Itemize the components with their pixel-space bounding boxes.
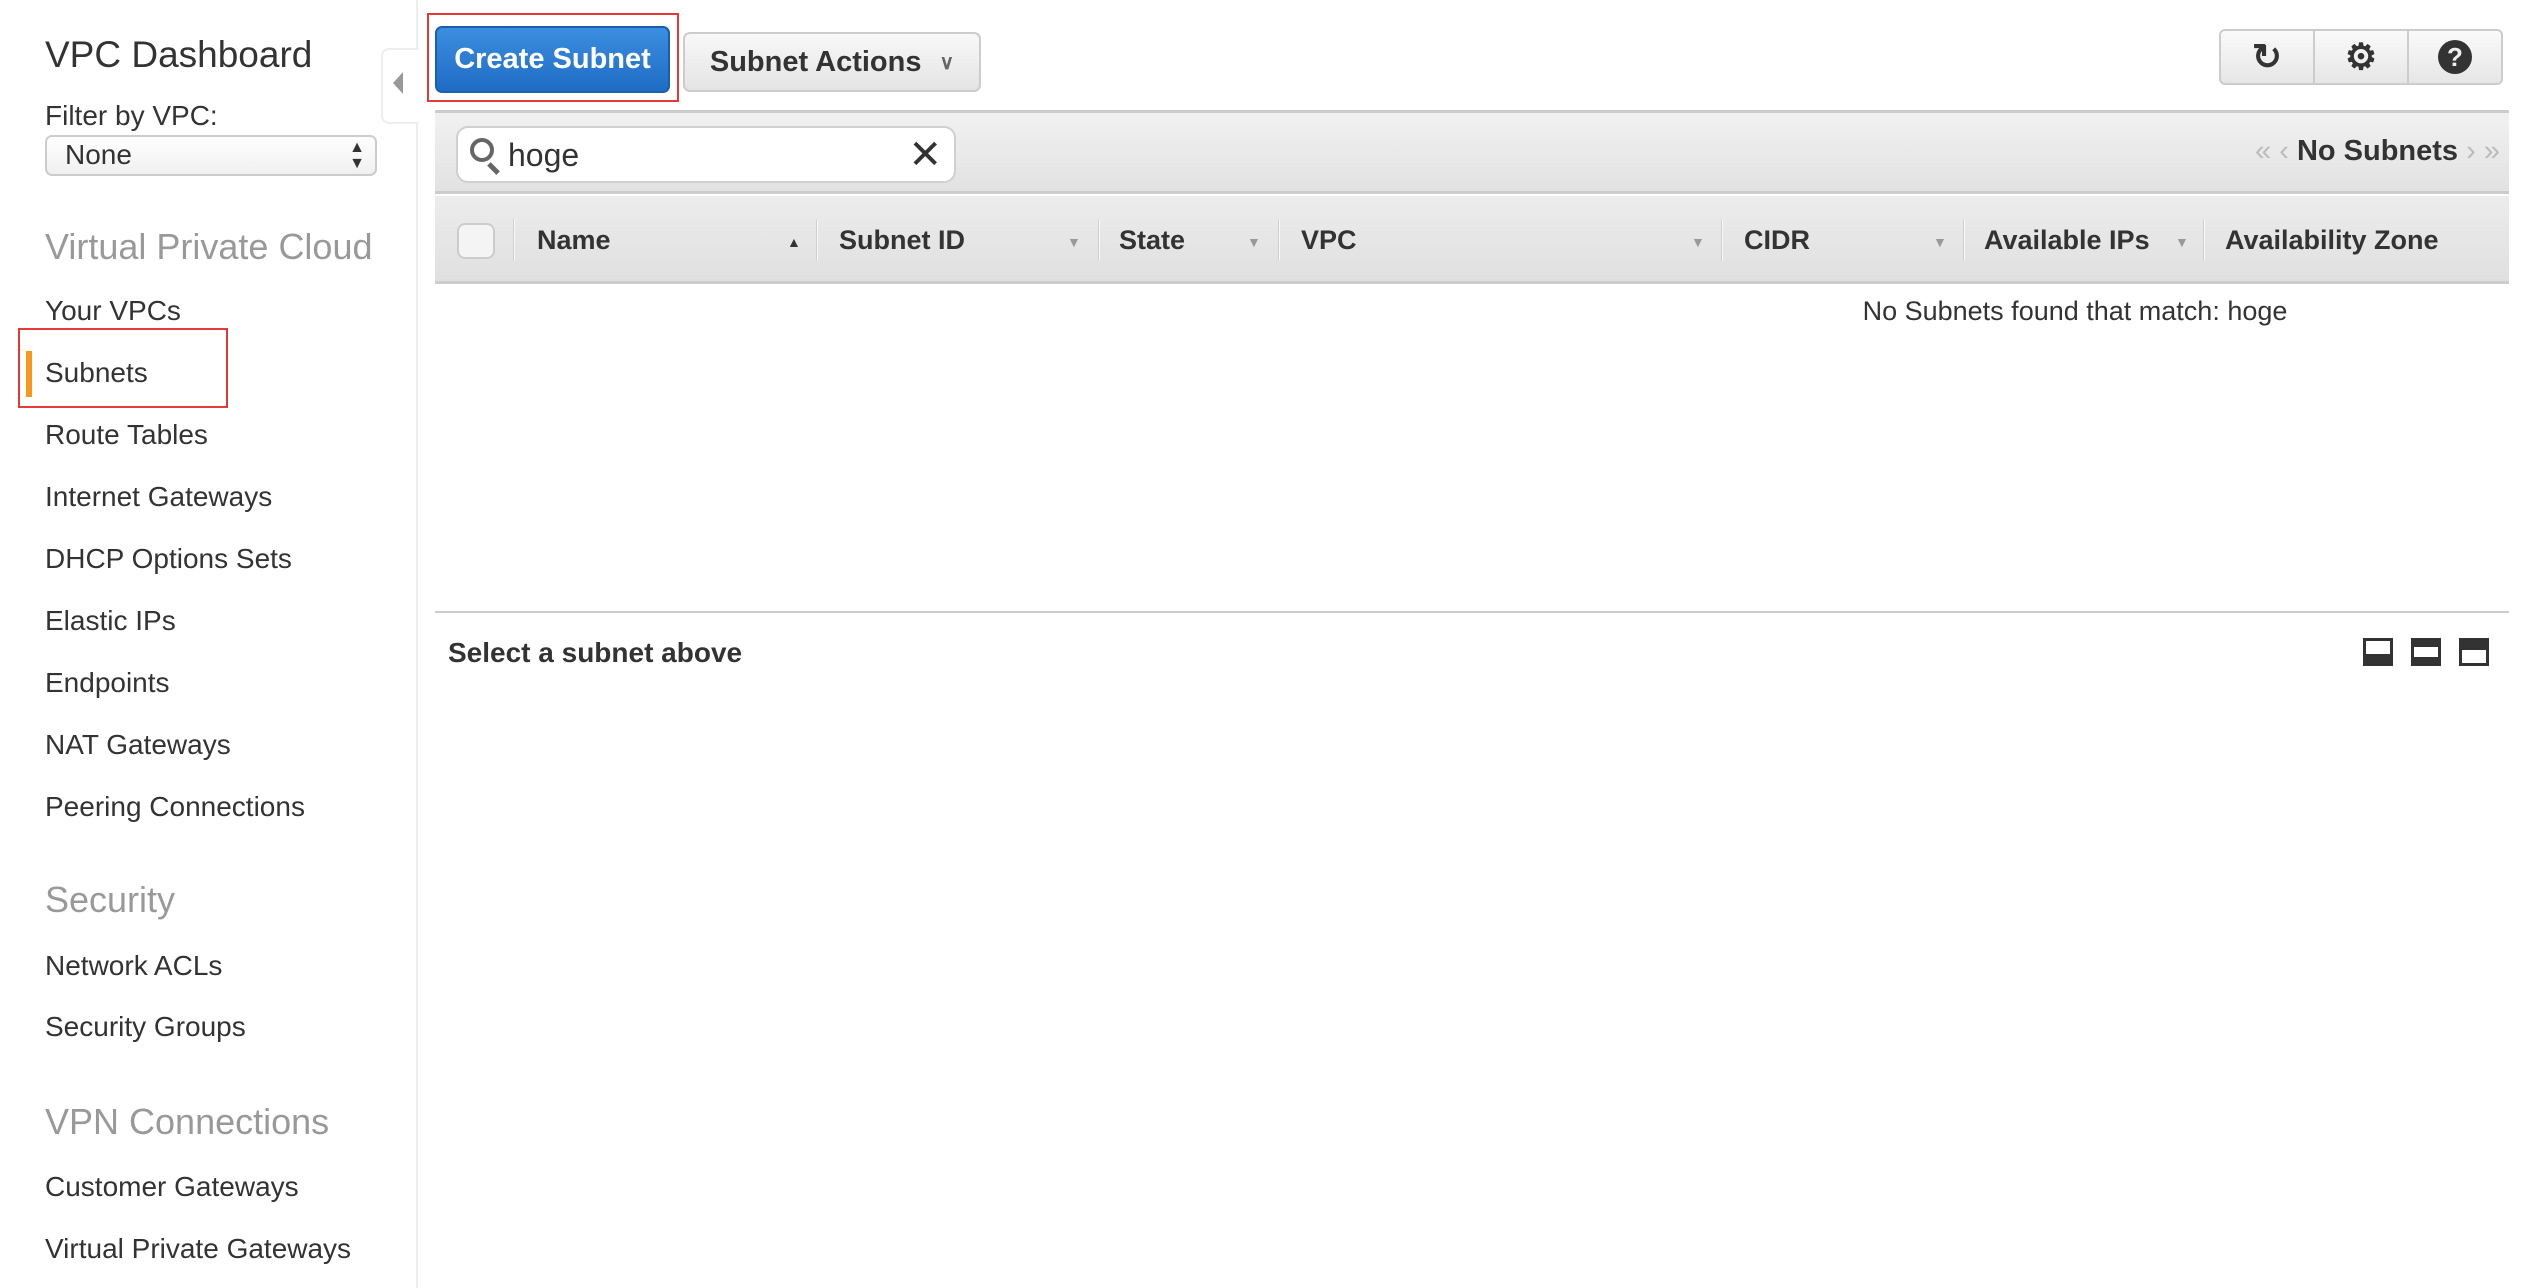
subnet-actions-button[interactable]: Subnet Actions ∨ — [683, 32, 981, 92]
nav-your-vpcs[interactable]: Your VPCs — [45, 295, 181, 327]
pager-label: No Subnets — [2296, 135, 2459, 167]
sidebar: VPC Dashboard Filter by VPC: None ▲ ▼ Virt… — [0, 0, 418, 1288]
column-divider — [1278, 219, 1280, 261]
table-header: Name ▲ Subnet ID ▼ State ▼ VPC ▼ CIDR ▼ … — [435, 196, 2509, 284]
gear-icon[interactable]: ⚙ — [2315, 31, 2409, 83]
nav-dhcp-options-sets[interactable]: DHCP Options Sets — [45, 543, 292, 575]
nav-subnets[interactable]: Subnets — [45, 357, 148, 389]
section-vpn-connections: VPN Connections — [45, 1101, 330, 1142]
column-name[interactable]: Name — [537, 196, 611, 284]
vpc-filter-value: None — [65, 139, 132, 170]
column-subnet-id[interactable]: Subnet ID — [839, 196, 965, 284]
chevron-down-icon: ∨ — [939, 51, 955, 74]
prev-page-icon[interactable]: ‹ — [2279, 135, 2289, 167]
section-virtual-private-cloud: Virtual Private Cloud — [45, 226, 373, 267]
filter-label: Filter by VPC: — [45, 100, 218, 131]
help-icon[interactable]: ? — [2409, 31, 2501, 83]
sort-icon[interactable]: ▼ — [1067, 234, 1081, 250]
nav-elastic-ips[interactable]: Elastic IPs — [45, 605, 176, 637]
next-page-icon[interactable]: › — [2466, 135, 2476, 167]
column-divider — [1098, 219, 1100, 261]
search-icon — [470, 138, 494, 162]
column-divider — [816, 219, 818, 261]
vpc-filter-select[interactable]: None ▲ ▼ — [45, 135, 377, 176]
column-availability-zone[interactable]: Availability Zone — [2225, 196, 2439, 284]
create-subnet-button[interactable]: Create Subnet — [435, 26, 670, 93]
nav-nat-gateways[interactable]: NAT Gateways — [45, 729, 231, 761]
clear-search-icon[interactable]: ✕ — [908, 132, 942, 178]
last-page-icon[interactable]: » — [2484, 135, 2500, 167]
pane-splitter[interactable] — [435, 611, 2509, 613]
details-message: Select a subnet above — [448, 637, 743, 668]
nav-virtual-private-gateways[interactable]: Virtual Private Gateways — [45, 1233, 351, 1265]
nav-security-groups[interactable]: Security Groups — [45, 1011, 246, 1043]
nav-route-tables[interactable]: Route Tables — [45, 419, 208, 451]
sort-ascending-icon[interactable]: ▲ — [787, 234, 801, 250]
column-divider — [1721, 219, 1723, 261]
search-value: hoge — [508, 137, 580, 173]
subnet-actions-label: Subnet Actions — [709, 45, 922, 78]
vpc-dashboard-link[interactable]: VPC Dashboard — [45, 34, 312, 76]
search-input[interactable]: hoge ✕ — [456, 126, 956, 183]
nav-endpoints[interactable]: Endpoints — [45, 667, 170, 699]
column-vpc[interactable]: VPC — [1301, 196, 1357, 284]
empty-message: No Subnets found that match: hoge — [1862, 296, 2288, 326]
column-divider — [2203, 219, 2205, 261]
column-state[interactable]: State — [1119, 196, 1185, 284]
layout-top-icon[interactable] — [2459, 638, 2489, 666]
sort-icon[interactable]: ▼ — [1247, 234, 1261, 250]
active-indicator — [26, 351, 32, 397]
sort-icon[interactable]: ▼ — [2175, 234, 2189, 250]
select-all-checkbox[interactable] — [457, 223, 495, 259]
layout-split-icon[interactable] — [2411, 638, 2441, 666]
nav-peering-connections[interactable]: Peering Connections — [45, 791, 305, 823]
sort-icon[interactable]: ▼ — [1691, 234, 1705, 250]
column-divider — [513, 219, 515, 261]
layout-bottom-icon[interactable] — [2363, 638, 2393, 666]
refresh-icon[interactable]: ↻ — [2221, 31, 2315, 83]
column-divider — [1963, 219, 1965, 261]
pagination: « ‹ No Subnets › » — [2255, 135, 2500, 168]
sort-icon[interactable]: ▼ — [1933, 234, 1947, 250]
column-available-ips[interactable]: Available IPs — [1984, 196, 2150, 284]
first-page-icon[interactable]: « — [2255, 135, 2271, 167]
section-security: Security — [45, 879, 176, 920]
nav-network-acls[interactable]: Network ACLs — [45, 950, 222, 982]
column-cidr[interactable]: CIDR — [1744, 196, 1810, 284]
collapse-sidebar-button[interactable] — [381, 48, 419, 124]
select-arrows-icon: ▲ ▼ — [349, 139, 365, 172]
nav-internet-gateways[interactable]: Internet Gateways — [45, 481, 272, 513]
caret-left-icon — [393, 72, 403, 94]
nav-customer-gateways[interactable]: Customer Gateways — [45, 1171, 299, 1203]
toolbar-icon-group: ↻ ⚙ ? — [2219, 29, 2503, 85]
